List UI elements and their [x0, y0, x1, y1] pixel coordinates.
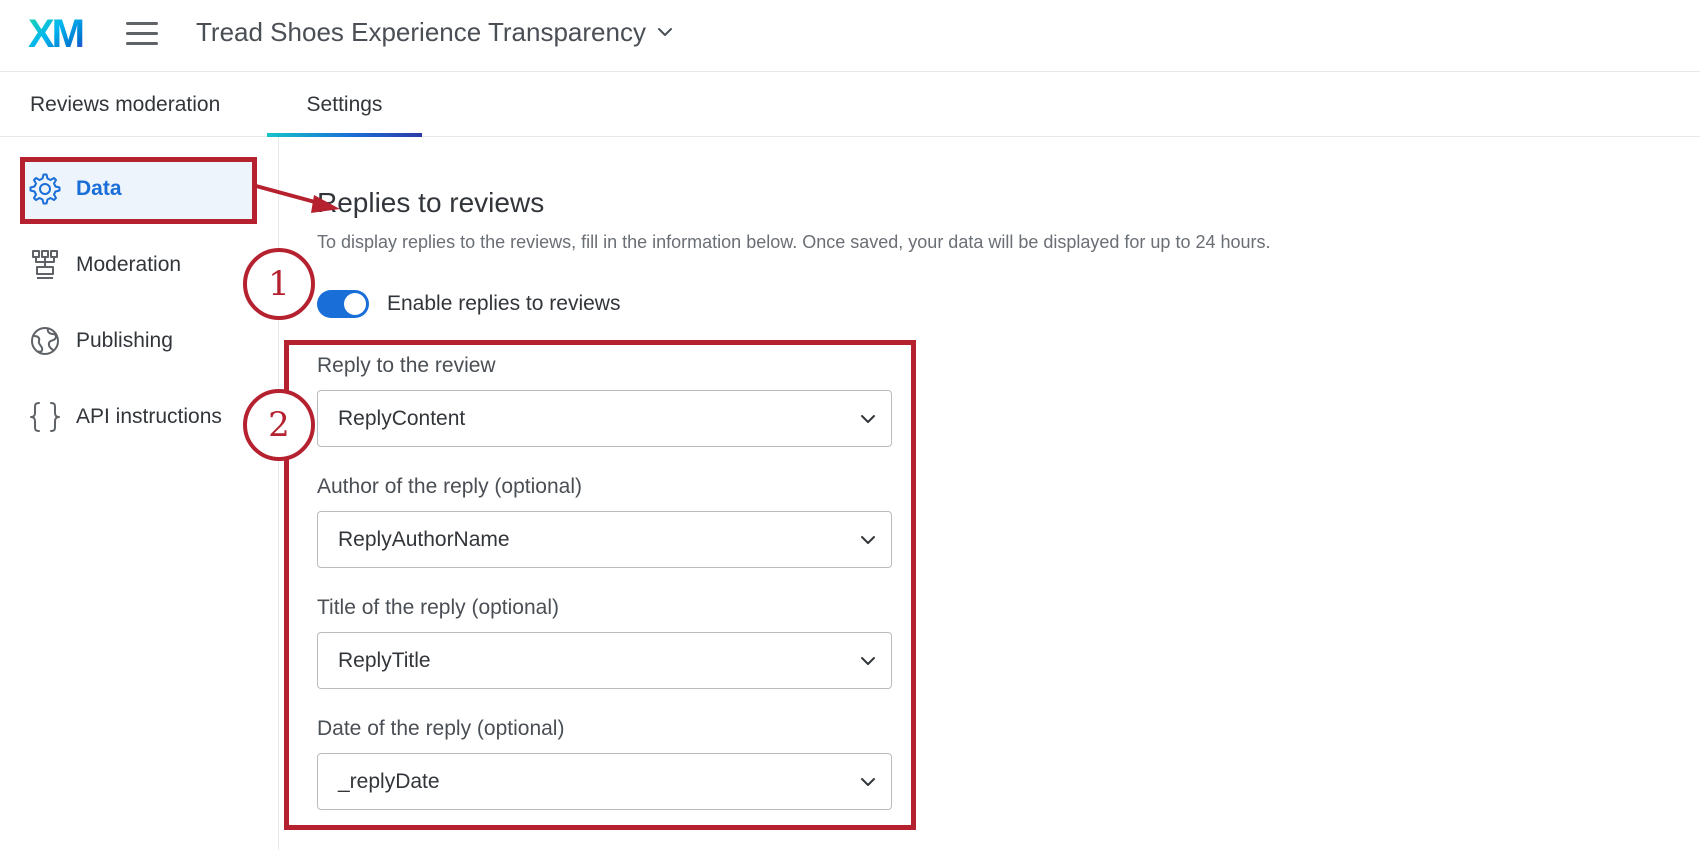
enable-replies-label: Enable replies to reviews [387, 292, 621, 315]
annotation-step-2: 2 [243, 389, 315, 461]
reply-author-select[interactable]: ReplyAuthorName [317, 511, 892, 568]
toggle-knob [344, 293, 366, 315]
select-value: _replyDate [338, 769, 440, 793]
settings-sidebar: Data Moderation Publishing API instructi… [0, 137, 279, 850]
chevron-down-icon [861, 778, 875, 786]
select-value: ReplyContent [338, 406, 466, 430]
moderation-icon [32, 250, 58, 279]
top-bar: XM Tread Shoes Experience Transparency [0, 0, 1700, 72]
section-title: Replies to reviews [317, 187, 545, 218]
reply-title-select[interactable]: ReplyTitle [317, 632, 892, 689]
annotation-step-1: 1 [243, 248, 315, 320]
project-title: Tread Shoes Experience Transparency [196, 16, 646, 47]
reply-date-select[interactable]: _replyDate [317, 753, 892, 810]
sidebar-item-label: Publishing [76, 329, 173, 352]
tab-settings[interactable]: Settings [267, 72, 422, 137]
reply-date-label: Date of the reply (optional) [317, 717, 565, 740]
hamburger-menu-icon[interactable] [124, 18, 160, 48]
sidebar-item-api-instructions[interactable]: API instructions [28, 397, 222, 437]
section-description: To display replies to the reviews, fill … [317, 232, 1271, 252]
chevron-down-icon [657, 28, 672, 36]
xm-logo[interactable]: XM [28, 12, 90, 52]
gear-icon [29, 173, 61, 205]
main-content: Replies to reviews To display replies to… [279, 137, 1700, 850]
project-switcher[interactable]: Tread Shoes Experience Transparency [196, 15, 674, 49]
svg-text:XM: XM [28, 12, 83, 52]
chevron-down-icon [861, 536, 875, 544]
select-value: ReplyAuthorName [338, 527, 510, 551]
reply-author-label: Author of the reply (optional) [317, 475, 582, 498]
reply-title-label: Title of the reply (optional) [317, 596, 560, 619]
reply-content-select[interactable]: ReplyContent [317, 390, 892, 447]
chevron-down-icon [861, 657, 875, 665]
globe-icon [31, 327, 59, 355]
tab-reviews-moderation[interactable]: Reviews moderation [30, 72, 220, 137]
enable-replies-toggle[interactable] [317, 290, 369, 318]
sidebar-item-label: API instructions [76, 405, 222, 428]
sidebar-item-label: Data [76, 177, 122, 200]
sidebar-item-publishing[interactable]: Publishing [28, 321, 173, 361]
select-value: ReplyTitle [338, 648, 431, 672]
sidebar-item-label: Moderation [76, 253, 182, 276]
annotation-arrow [255, 184, 340, 213]
chevron-down-icon [861, 415, 875, 423]
sidebar-item-data[interactable]: Data [28, 169, 122, 209]
braces-icon [30, 402, 60, 432]
tab-bar: Reviews moderation Settings [0, 72, 1700, 137]
sidebar-item-moderation[interactable]: Moderation [28, 245, 181, 285]
reply-content-label: Reply to the review [317, 354, 496, 377]
